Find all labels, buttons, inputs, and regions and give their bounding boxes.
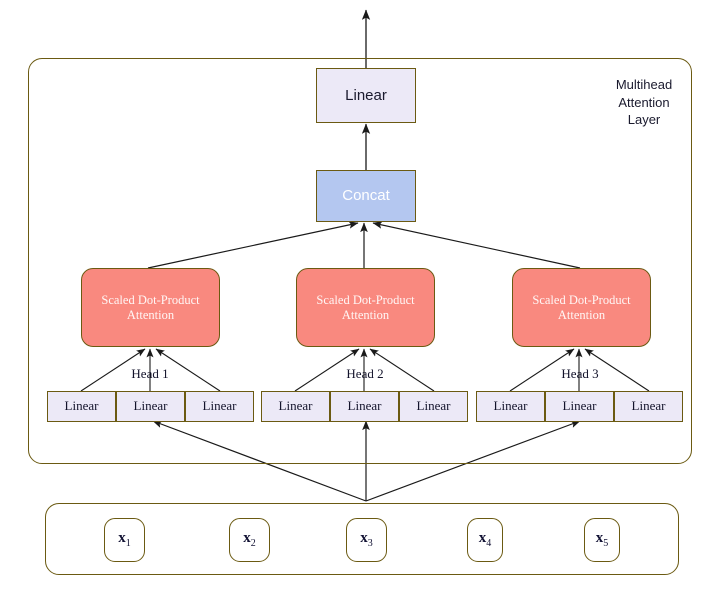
input-token-2-label: x2 <box>243 530 256 550</box>
head-3-projection-2-label: Linear <box>562 398 597 414</box>
head-3-attention-box[interactable]: Scaled Dot-Product Attention <box>512 268 651 347</box>
head-2-attention-line-2: Attention <box>341 307 390 322</box>
head-1-projection-3-label: Linear <box>202 398 237 414</box>
head-3-projection-1[interactable]: Linear <box>476 391 545 422</box>
head-1-projection-1-label: Linear <box>64 398 99 414</box>
head-2-projection-3[interactable]: Linear <box>399 391 468 422</box>
head-1-projection-3[interactable]: Linear <box>185 391 254 422</box>
head-1-projection-1[interactable]: Linear <box>47 391 116 422</box>
concat-label: Concat <box>342 187 390 205</box>
input-token-5[interactable]: x5 <box>584 518 620 562</box>
head-1-attention-line-2: Attention <box>126 307 175 322</box>
head-2-projection-1-label: Linear <box>278 398 313 414</box>
head-3-projection-3-label: Linear <box>631 398 666 414</box>
head-3-projection-2[interactable]: Linear <box>545 391 614 422</box>
input-token-4[interactable]: x4 <box>467 518 503 562</box>
input-token-4-label: x4 <box>478 530 492 550</box>
head-2-projection-2[interactable]: Linear <box>330 391 399 422</box>
head-3-label: Head 3 <box>561 366 599 381</box>
head-3-attention-line-2: Attention <box>557 307 606 322</box>
input-token-2[interactable]: x2 <box>229 518 270 562</box>
head-1-label: Head 1 <box>131 366 169 381</box>
head-2-projection-3-label: Linear <box>416 398 451 414</box>
input-token-3-label: x3 <box>360 530 373 550</box>
head-1-projection-2[interactable]: Linear <box>116 391 185 422</box>
head-2-projection-1[interactable]: Linear <box>261 391 330 422</box>
input-token-3[interactable]: x3 <box>346 518 387 562</box>
head-2-attention-box[interactable]: Scaled Dot-Product Attention <box>296 268 435 347</box>
diagram-canvas: Multihead Attention Layer Linear Concat … <box>0 0 724 590</box>
input-token-1-label: x1 <box>118 530 131 550</box>
head-1-attention-box[interactable]: Scaled Dot-Product Attention <box>81 268 220 347</box>
head-1-attention-line-1: Scaled Dot-Product <box>101 293 200 308</box>
head-2-projection-2-label: Linear <box>347 398 382 414</box>
multihead-layer-label: Multihead Attention Layer <box>615 77 673 128</box>
concat-box[interactable]: Concat <box>316 170 416 222</box>
head-1-projection-2-label: Linear <box>133 398 168 414</box>
head-2-attention-line-1: Scaled Dot-Product <box>316 293 415 308</box>
input-token-1[interactable]: x1 <box>104 518 145 562</box>
head-3-attention-line-1: Scaled Dot-Product <box>532 293 631 308</box>
output-linear-label: Linear <box>345 86 387 104</box>
input-token-5-label: x5 <box>595 530 609 550</box>
head-3-projection-3[interactable]: Linear <box>614 391 683 422</box>
output-linear-box[interactable]: Linear <box>316 68 416 123</box>
head-2-label: Head 2 <box>346 366 384 381</box>
head-3-projection-1-label: Linear <box>493 398 528 414</box>
